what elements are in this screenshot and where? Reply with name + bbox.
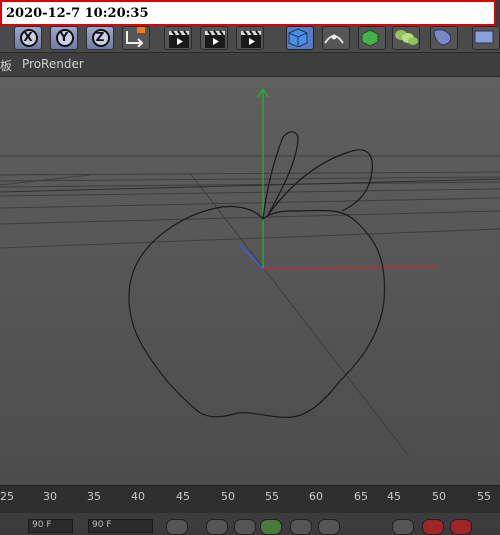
playback-controls: 90 F 90 F [0, 513, 500, 535]
record-button[interactable] [422, 519, 444, 535]
timeline-tick: 40 [131, 490, 145, 503]
next-key-button[interactable] [318, 519, 340, 535]
deformer-button[interactable] [430, 26, 458, 50]
deformer-icon [433, 29, 452, 46]
keyframe-mode-button[interactable] [392, 519, 414, 535]
timeline-tick: 30 [43, 490, 57, 503]
spline-pen-icon [324, 34, 344, 44]
scene-icon [474, 30, 494, 44]
perspective-viewport[interactable] [0, 77, 500, 485]
menu-item-prorender[interactable]: ProRender [22, 57, 84, 71]
render-settings-icon [241, 30, 261, 48]
cube-icon [288, 28, 308, 48]
subdivision-icon [361, 29, 379, 47]
render-view-icon [169, 30, 189, 48]
timeline-tick: 35 [87, 490, 101, 503]
cube-button[interactable] [286, 26, 314, 50]
timeline-tick: 25 [0, 490, 14, 503]
timeline-tick: 45 [387, 490, 401, 503]
axis-z-button[interactable]: Z [86, 26, 114, 50]
axis-z-label: Z [95, 30, 105, 44]
end-frame-field[interactable]: 90 F [88, 519, 153, 533]
go-to-start-button[interactable] [166, 519, 188, 535]
axis-x-label: X [23, 30, 33, 44]
timeline-tick: 55 [477, 490, 491, 503]
render-settings-button[interactable] [236, 26, 264, 50]
array-button[interactable] [392, 26, 420, 50]
coordinate-system-button[interactable] [122, 26, 150, 50]
main-toolbar: X Y Z [0, 26, 500, 53]
coordinate-system-icon [126, 27, 145, 48]
render-picture-viewer-icon [205, 30, 225, 48]
start-frame-field[interactable]: 90 F [28, 519, 73, 533]
menu-bar: 板 ProRender [0, 53, 500, 77]
timestamp-overlay: 2020-12-7 10:20:35 [0, 0, 496, 26]
play-button[interactable] [260, 519, 282, 535]
viewport-background [0, 77, 500, 485]
next-frame-button[interactable] [290, 519, 312, 535]
array-icon [395, 30, 418, 45]
timeline-tick: 55 [265, 490, 279, 503]
spline-pen-button[interactable] [322, 26, 350, 50]
subdivision-button[interactable] [358, 26, 386, 50]
render-view-button[interactable] [164, 26, 192, 50]
timeline-tick: 65 [354, 490, 368, 503]
previous-key-button[interactable] [206, 519, 228, 535]
timestamp-text: 2020-12-7 10:20:35 [6, 6, 149, 21]
render-picture-viewer-button[interactable] [200, 26, 228, 50]
auto-key-button[interactable] [450, 519, 472, 535]
timeline-tick: 50 [221, 490, 235, 503]
scene-button[interactable] [472, 26, 500, 50]
timeline-tick: 50 [432, 490, 446, 503]
previous-frame-button[interactable] [234, 519, 256, 535]
timeline-tick: 60 [309, 490, 323, 503]
timeline-tick: 45 [176, 490, 190, 503]
axis-y-label: Y [59, 30, 69, 44]
menu-item-fragment[interactable]: 板 [0, 57, 12, 74]
axis-x-button[interactable]: X [14, 26, 42, 50]
timeline-ruler[interactable]: 25 30 35 40 45 50 55 60 65 45 50 55 [0, 485, 500, 514]
axis-y-button[interactable]: Y [50, 26, 78, 50]
